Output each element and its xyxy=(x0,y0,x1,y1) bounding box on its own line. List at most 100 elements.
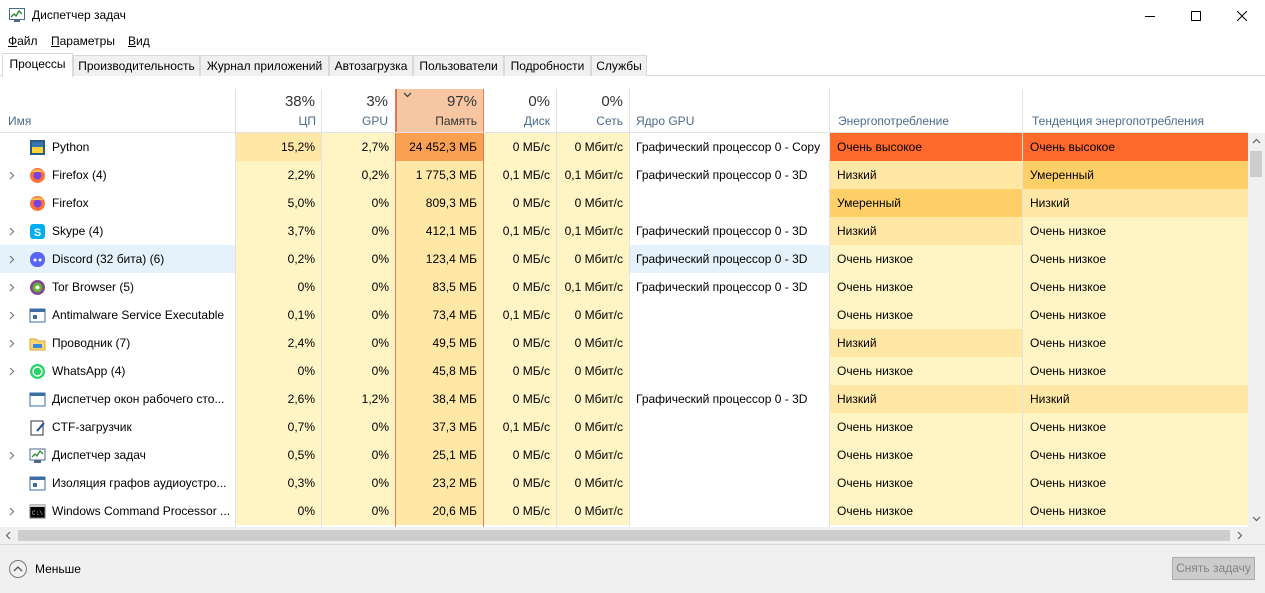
process-name-cell[interactable]: Проводник (7) xyxy=(0,329,235,357)
table-row[interactable]: C:\ Windows Command Processor ... 0% 0% 20,6… xyxy=(0,497,1248,525)
process-name: Проводник (7) xyxy=(52,336,131,350)
tab-startup[interactable]: Автозагрузка xyxy=(329,55,413,76)
scroll-up-icon[interactable] xyxy=(1252,138,1261,144)
process-name-cell[interactable]: CTF-загрузчик xyxy=(0,413,235,441)
power-trend-cell: Очень низкое xyxy=(1023,497,1248,525)
expand-chevron-icon[interactable] xyxy=(9,357,19,385)
process-name-cell[interactable]: Python xyxy=(0,133,235,161)
column-header-cpu[interactable]: ЦП xyxy=(236,114,316,128)
tab-details[interactable]: Подробности xyxy=(504,55,591,76)
disk-cell: 0 МБ/с xyxy=(484,189,556,217)
gpu-engine-cell xyxy=(630,413,829,441)
scroll-right-icon[interactable] xyxy=(1237,531,1243,540)
cpu-total-pct[interactable]: 38% xyxy=(236,93,315,110)
close-icon xyxy=(1237,10,1247,21)
fewer-details-icon[interactable] xyxy=(9,560,27,578)
scroll-down-icon[interactable] xyxy=(1252,516,1261,522)
process-name-cell[interactable]: Диспетчер окон рабочего сто... xyxy=(0,385,235,413)
table-row[interactable]: WhatsApp (4) 0% 0% 45,8 МБ 0 МБ/с 0 Мбит/с Оче… xyxy=(0,357,1248,385)
disk-cell: 0 МБ/с xyxy=(484,245,556,273)
menu-view[interactable]: Вид xyxy=(128,34,150,48)
expand-chevron-icon[interactable] xyxy=(9,329,19,357)
column-header-disk[interactable]: Диск xyxy=(485,114,550,128)
expand-chevron-icon[interactable] xyxy=(9,217,19,245)
process-name-cell[interactable]: S Skype (4) xyxy=(0,217,235,245)
expand-chevron-icon[interactable] xyxy=(9,161,19,189)
table-row[interactable]: Python 15,2% 2,7% 24 452,3 МБ 0 МБ/с 0 Мбит/с… xyxy=(0,133,1248,161)
table-row[interactable]: Проводник (7) 2,4% 0% 49,5 МБ 0 МБ/с 0 Мбит/с… xyxy=(0,329,1248,357)
minimize-button[interactable] xyxy=(1127,0,1173,31)
gpu-engine-cell: Графический процессор 0 - 3D xyxy=(636,392,808,406)
memory-total-pct[interactable]: 97% xyxy=(397,93,477,110)
table-row[interactable]: S Skype (4) 3,7% 0% 412,1 МБ 0,1 МБ/с 0,1 Мбит… xyxy=(0,217,1248,245)
process-name-cell[interactable]: Изоляция графов аудиоустро... xyxy=(0,469,235,497)
tab-performance[interactable]: Производительность xyxy=(73,55,200,76)
menu-options[interactable]: Параметры xyxy=(51,34,115,48)
table-row[interactable]: Antimalware Service Executable 0,1% 0% 73,4… xyxy=(0,301,1248,329)
menu-bar: Файл Параметры Вид xyxy=(0,31,1265,52)
cpu-cell: 0,1% xyxy=(236,301,321,329)
process-name-cell[interactable]: Firefox xyxy=(0,189,235,217)
process-name-cell[interactable]: Tor Browser (5) xyxy=(0,273,235,301)
tab-app-history[interactable]: Журнал приложений xyxy=(200,55,329,76)
gpu-engine-cell: Графический процессор 0 - 3D xyxy=(636,168,808,182)
table-row[interactable]: Изоляция графов аудиоустро... 0,3% 0% 23,2 … xyxy=(0,469,1248,497)
expand-chevron-icon[interactable] xyxy=(9,273,19,301)
table-row[interactable]: Firefox (4) 2,2% 0,2% 1 775,3 МБ 0,1 МБ/с 0,1… xyxy=(0,161,1248,189)
gpu-cell: 0% xyxy=(322,329,395,357)
table-row[interactable]: Discord (32 бита) (6) 0,2% 0% 123,4 МБ 0 МБ/… xyxy=(0,245,1248,273)
process-name-cell[interactable]: Firefox (4) xyxy=(0,161,235,189)
firefox-icon xyxy=(30,168,45,183)
horizontal-scroll-thumb[interactable] xyxy=(18,530,1230,541)
gpu-total-pct[interactable]: 3% xyxy=(322,93,388,110)
ctf-loader-icon xyxy=(30,420,45,436)
expand-chevron-icon[interactable] xyxy=(9,245,19,273)
table-row[interactable]: Диспетчер задач 0,5% 0% 25,1 МБ 0 МБ/с 0 Мбит… xyxy=(0,441,1248,469)
tab-services[interactable]: Службы xyxy=(591,55,647,76)
disk-total-pct[interactable]: 0% xyxy=(485,93,550,110)
table-row[interactable]: Firefox 5,0% 0% 809,3 МБ 0 МБ/с 0 Мбит/с Умере… xyxy=(0,189,1248,217)
menu-file[interactable]: Файл xyxy=(8,34,38,48)
column-header-name[interactable]: Имя xyxy=(8,114,31,128)
title-bar[interactable]: Диспетчер задач xyxy=(0,0,1265,31)
power-trend-cell: Очень низкое xyxy=(1023,469,1248,497)
expand-chevron-icon[interactable] xyxy=(9,497,19,525)
table-row[interactable]: Диспетчер окон рабочего сто... 2,6% 1,2% 38… xyxy=(0,385,1248,413)
table-row[interactable]: Tor Browser (5) 0% 0% 83,5 МБ 0 МБ/с 0,1 Мбит… xyxy=(0,273,1248,301)
tab-users[interactable]: Пользователи xyxy=(413,55,504,76)
process-name-cell[interactable]: C:\ Windows Command Processor ... xyxy=(0,497,235,525)
column-header-network[interactable]: Сеть xyxy=(557,114,623,128)
column-header-memory[interactable]: Память xyxy=(397,114,477,128)
process-name-cell[interactable]: Discord (32 бита) (6) xyxy=(0,245,235,273)
power-usage-cell: Очень низкое xyxy=(830,469,1022,497)
horizontal-scrollbar[interactable] xyxy=(0,527,1265,544)
firefox-icon xyxy=(30,196,45,211)
gpu-cell: 0% xyxy=(322,357,395,385)
expand-chevron-icon[interactable] xyxy=(9,301,19,329)
process-name-cell[interactable]: Antimalware Service Executable xyxy=(0,301,235,329)
fewer-details-link[interactable]: Меньше xyxy=(35,562,81,576)
column-header-power-trend[interactable]: Тенденция энергопотребления xyxy=(1032,114,1204,128)
scroll-left-icon[interactable] xyxy=(5,531,11,540)
maximize-button[interactable] xyxy=(1173,0,1219,31)
memory-cell: 49,5 МБ xyxy=(396,329,483,357)
process-name-cell[interactable]: Диспетчер задач xyxy=(0,441,235,469)
column-header-power[interactable]: Энергопотребление xyxy=(838,114,949,128)
memory-cell: 25,1 МБ xyxy=(396,441,483,469)
column-header-gpu-engine[interactable]: Ядро GPU xyxy=(636,114,694,128)
vertical-scroll-thumb[interactable] xyxy=(1250,151,1262,177)
vertical-scrollbar[interactable] xyxy=(1248,133,1265,527)
memory-cell: 24 452,3 МБ xyxy=(396,133,483,161)
expand-chevron-icon[interactable] xyxy=(9,441,19,469)
tab-processes[interactable]: Процессы xyxy=(2,53,73,77)
gpu-engine-cell xyxy=(630,189,829,217)
process-name-cell[interactable]: WhatsApp (4) xyxy=(0,357,235,385)
close-button[interactable] xyxy=(1219,0,1265,31)
network-total-pct[interactable]: 0% xyxy=(557,93,623,110)
table-row[interactable]: CTF-загрузчик 0,7% 0% 37,3 МБ 0,1 МБ/с 0 Мбит… xyxy=(0,413,1248,441)
end-task-button[interactable]: Снять задачу xyxy=(1172,557,1255,580)
power-usage-cell: Низкий xyxy=(830,385,1022,413)
column-header-gpu[interactable]: GPU xyxy=(322,114,388,128)
power-trend-cell: Очень низкое xyxy=(1023,329,1248,357)
disk-cell: 0 МБ/с xyxy=(484,469,556,497)
